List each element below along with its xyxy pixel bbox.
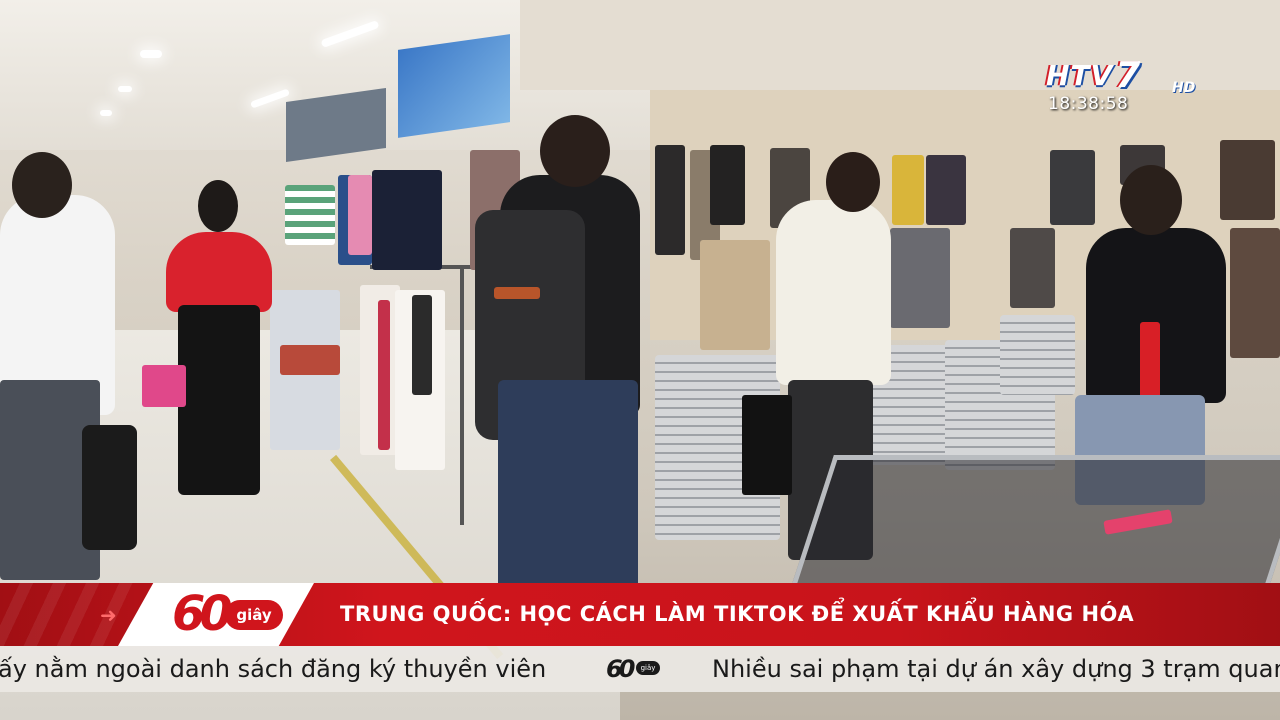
news-ticker: ấy nằm ngoài danh sách đăng ký thuyền vi… [0, 646, 1280, 692]
hanging-shirt [348, 175, 372, 255]
arrow-icon: ➜ [100, 603, 117, 627]
hanging-pants [926, 155, 966, 225]
shopping-bag [742, 395, 792, 495]
person-black-pants [178, 305, 260, 495]
clothes-rack [460, 265, 464, 525]
hanging-pants [1230, 228, 1280, 358]
ticker-item-current: Nhiều sai phạm tại dự án xây dựng 3 trạm… [712, 655, 1280, 683]
clothes-pile [280, 345, 340, 375]
hanging-dress [378, 300, 390, 450]
person-white-tshirt [776, 200, 891, 385]
backpack-strap [494, 287, 540, 299]
shop-sign [398, 34, 510, 138]
channel-logo-mark: HTV 7 [1046, 55, 1140, 96]
hanging-pants [1050, 150, 1095, 225]
person-head [826, 152, 880, 212]
program-badge-number: 60 [172, 586, 233, 642]
ticker-separator-logo: 60 giây [606, 655, 664, 683]
ceiling-light [140, 50, 162, 58]
program-badge-unit: giây [225, 600, 283, 630]
person-jeans [498, 380, 638, 590]
folded-pants-stack [1000, 315, 1075, 395]
red-stripe [1140, 322, 1160, 402]
black-bag [82, 425, 137, 550]
person-head [1120, 165, 1182, 235]
shop-sign [286, 87, 386, 163]
channel-number: 7 [1115, 54, 1141, 96]
channel-hd-label: HD [1172, 80, 1196, 96]
news-headline: TRUNG QUỐC: HỌC CÁCH LÀM TIKTOK ĐỂ XUẤT … [340, 602, 1135, 626]
broadcast-clock: 18:38:58 [1048, 94, 1129, 114]
channel-name: HTV [1046, 58, 1114, 92]
hanging-dress [412, 295, 432, 395]
person-red-shirt [166, 232, 272, 312]
display-table [790, 455, 1280, 590]
program-badge: 60 giây [118, 583, 314, 646]
person-head [12, 152, 72, 218]
hanging-pants [655, 145, 685, 255]
ticker-separator-number: 60 [606, 655, 635, 683]
ceiling-light [118, 86, 132, 92]
hanging-pants [710, 145, 745, 225]
hanging-pants [700, 240, 770, 350]
person-head [540, 115, 610, 187]
hanging-pants [1220, 140, 1275, 220]
hanging-shirt [285, 185, 335, 245]
ticker-separator-unit: giây [636, 661, 660, 675]
pink-stool [142, 365, 186, 407]
ceiling-light [100, 110, 112, 116]
hanging-shirt [372, 170, 442, 270]
hanging-pants [1010, 228, 1055, 308]
person-head [198, 180, 238, 232]
hanging-pants [892, 155, 924, 225]
hanging-pants [890, 228, 950, 328]
ticker-item-previous: ấy nằm ngoài danh sách đăng ký thuyền vi… [0, 655, 547, 683]
